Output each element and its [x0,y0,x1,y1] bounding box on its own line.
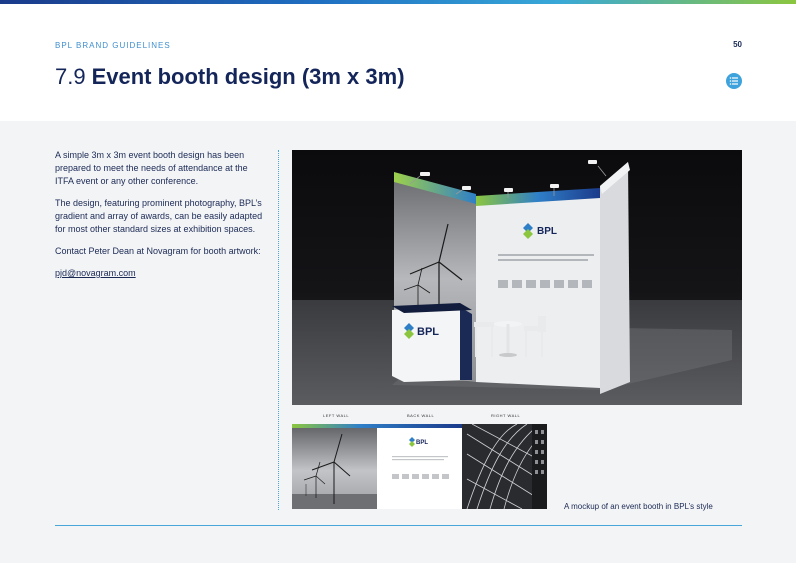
intro-paragraph: A simple 3m x 3m event booth design has … [55,150,248,186]
design-paragraph: The design, featuring prominent photogra… [55,198,263,234]
document-kicker: BPL BRAND GUIDELINES [55,41,171,50]
page-header: BPL BRAND GUIDELINES 50 7.9 Event booth d… [0,4,796,121]
wall-elevations-image: BPL [292,424,547,509]
booth-render-image: BPL BPL [292,150,742,405]
contact-paragraph: Contact Peter Dean at Novagram for booth… [55,246,261,256]
back-wall-label: BACK WALL [407,413,435,418]
left-wall-label: LEFT WALL [323,413,350,418]
page-title: 7.9 Event booth design (3m x 3m) [55,64,405,90]
section-number: 7.9 [55,64,86,89]
body-text: A simple 3m x 3m event booth design has … [55,149,265,289]
right-wall-label: RIGHT WALL [491,413,521,418]
contents-menu-button[interactable] [726,73,742,89]
page-number: 50 [733,40,742,49]
contact-email-link[interactable]: pjd@novagram.com [55,268,136,278]
footer-rule [55,525,742,526]
elevation-logo-text: BPL [416,440,428,446]
counter-logo-text: BPL [417,326,439,338]
list-icon [729,77,738,85]
back-wall-logo-text: BPL [537,226,557,237]
column-divider [278,150,279,510]
figure-caption: A mockup of an event booth in BPL’s styl… [564,502,713,511]
section-title: Event booth design (3m x 3m) [91,64,405,89]
